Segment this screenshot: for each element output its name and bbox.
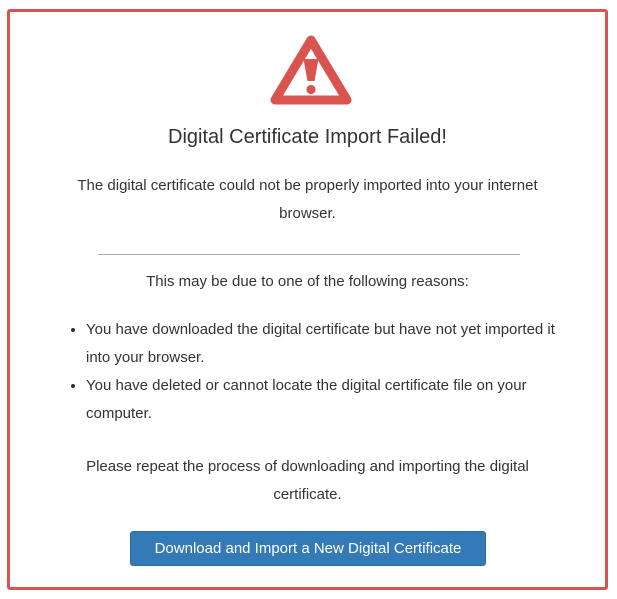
warning-triangle-icon (270, 35, 352, 105)
reason-item: You have downloaded the digital certific… (86, 316, 566, 372)
error-message: The digital certificate could not be pro… (77, 177, 538, 222)
download-import-certificate-button[interactable]: Download and Import a New Digital Certif… (130, 531, 486, 566)
error-panel: Digital Certificate Import Failed! The d… (7, 9, 608, 590)
divider (98, 254, 520, 255)
reasons-list: You have downloaded the digital certific… (66, 316, 566, 428)
repeat-instructions: Please repeat the process of downloading… (86, 458, 529, 503)
reason-item: You have deleted or cannot locate the di… (86, 372, 566, 428)
reasons-intro: This may be due to one of the following … (146, 273, 469, 290)
dialog-title: Digital Certificate Import Failed! (168, 126, 447, 148)
